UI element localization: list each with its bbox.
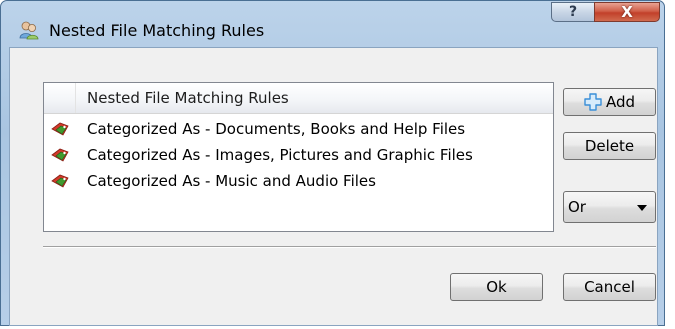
title-bar[interactable]: Nested File Matching Rules ? X xyxy=(1,1,664,43)
list-item-label: Categorized As - Images, Pictures and Gr… xyxy=(87,146,473,164)
list-item-label: Categorized As - Documents, Books and He… xyxy=(87,120,466,138)
divider xyxy=(43,246,656,248)
close-icon: X xyxy=(621,3,633,21)
operator-select-value: Or xyxy=(568,198,586,216)
category-tag-icon xyxy=(51,174,69,188)
delete-button-label: Delete xyxy=(584,137,635,155)
cancel-button[interactable]: Cancel xyxy=(563,273,656,301)
add-button-label: Add xyxy=(605,93,636,111)
rules-list[interactable]: Nested File Matching Rules Categorized A… xyxy=(43,82,554,232)
category-tag-icon xyxy=(51,148,69,162)
dialog-client-area: Nested File Matching Rules Categorized A… xyxy=(9,47,658,326)
delete-button[interactable]: Delete xyxy=(563,132,656,160)
close-button[interactable]: X xyxy=(594,2,660,22)
list-item[interactable]: Categorized As - Images, Pictures and Gr… xyxy=(44,142,553,168)
ok-button-label: Ok xyxy=(486,278,507,296)
chevron-down-icon xyxy=(637,205,647,211)
list-item[interactable]: Categorized As - Documents, Books and He… xyxy=(44,116,553,142)
list-item[interactable]: Categorized As - Music and Audio Files xyxy=(44,168,553,194)
list-header-gutter xyxy=(44,83,76,113)
help-button[interactable]: ? xyxy=(551,2,595,22)
add-button[interactable]: Add xyxy=(563,88,656,116)
users-icon xyxy=(19,21,39,40)
operator-select[interactable]: Or xyxy=(563,191,656,223)
list-header-label: Nested File Matching Rules xyxy=(87,89,289,107)
ok-button[interactable]: Ok xyxy=(450,273,543,301)
window-title: Nested File Matching Rules xyxy=(49,21,265,40)
plus-icon xyxy=(584,93,602,111)
help-icon: ? xyxy=(568,4,578,20)
cancel-button-label: Cancel xyxy=(584,278,635,296)
list-header[interactable]: Nested File Matching Rules xyxy=(44,83,553,114)
category-tag-icon xyxy=(51,122,69,136)
list-item-label: Categorized As - Music and Audio Files xyxy=(87,172,376,190)
dialog-window: Nested File Matching Rules ? X Nested Fi… xyxy=(0,0,665,326)
